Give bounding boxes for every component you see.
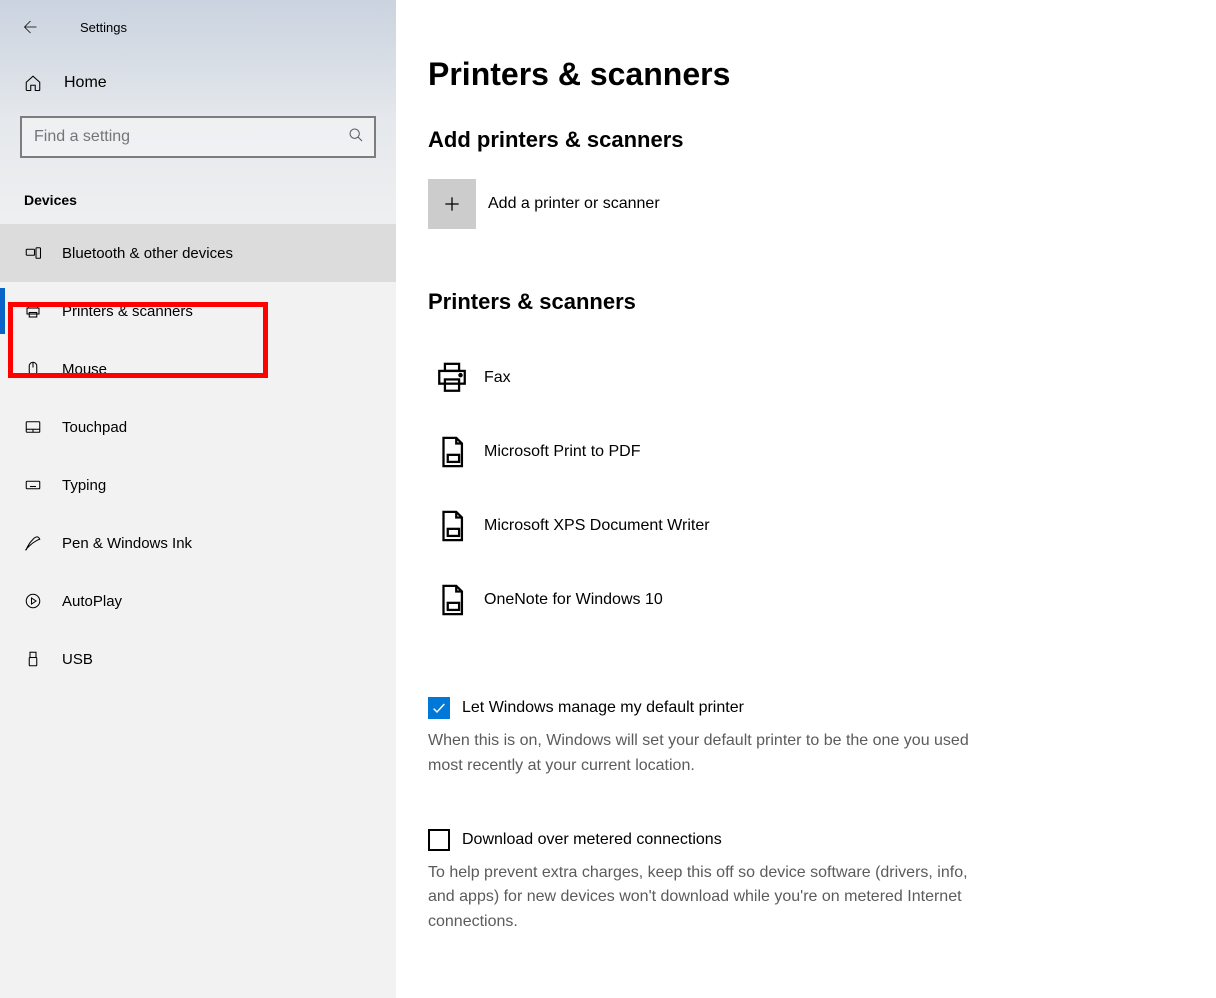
- page-title: Printers & scanners: [428, 56, 1186, 93]
- sidebar: Settings Home Devices Bluetooth & other …: [0, 0, 396, 998]
- default-printer-label: Let Windows manage my default printer: [462, 699, 744, 717]
- sidebar-item-printers[interactable]: Printers & scanners: [0, 282, 396, 340]
- sidebar-item-label: Pen & Windows Ink: [62, 535, 192, 552]
- sidebar-item-label: Touchpad: [62, 419, 127, 436]
- plus-icon: [428, 179, 476, 229]
- document-printer-icon: [428, 583, 476, 617]
- keyboard-icon: [24, 476, 46, 494]
- add-printer-label: Add a printer or scanner: [488, 195, 660, 213]
- sidebar-item-label: Typing: [62, 477, 106, 494]
- sidebar-item-label: Bluetooth & other devices: [62, 245, 233, 262]
- mouse-icon: [24, 360, 46, 378]
- home-label: Home: [64, 74, 107, 92]
- window-title: Settings: [80, 20, 127, 35]
- usb-icon: [24, 650, 46, 668]
- settings-window: Settings Home Devices Bluetooth & other …: [0, 0, 1216, 998]
- list-section-title: Printers & scanners: [428, 289, 1186, 315]
- sidebar-item-touchpad[interactable]: Touchpad: [0, 398, 396, 456]
- device-list: Fax Microsoft Print to PDF Microsoft XPS…: [428, 341, 1186, 637]
- add-section-title: Add printers & scanners: [428, 127, 1186, 153]
- pen-icon: [24, 534, 46, 552]
- document-printer-icon: [428, 509, 476, 543]
- titlebar: Settings: [0, 0, 396, 48]
- home-icon: [24, 74, 46, 92]
- sidebar-item-usb[interactable]: USB: [0, 630, 396, 688]
- checkbox-unchecked-icon[interactable]: [428, 829, 450, 851]
- sidebar-item-pen[interactable]: Pen & Windows Ink: [0, 514, 396, 572]
- metered-label: Download over metered connections: [462, 831, 722, 849]
- main-content: Printers & scanners Add printers & scann…: [396, 0, 1216, 998]
- device-label: OneNote for Windows 10: [484, 591, 663, 609]
- device-item-fax[interactable]: Fax: [428, 341, 1186, 415]
- sidebar-item-label: AutoPlay: [62, 593, 122, 610]
- sidebar-item-label: Printers & scanners: [62, 303, 193, 320]
- metered-desc: To help prevent extra charges, keep this…: [428, 861, 988, 935]
- search-input[interactable]: [32, 127, 348, 147]
- device-item-onenote[interactable]: OneNote for Windows 10: [428, 563, 1186, 637]
- default-printer-desc: When this is on, Windows will set your d…: [428, 729, 988, 779]
- printer-device-icon: [428, 361, 476, 395]
- sidebar-item-mouse[interactable]: Mouse: [0, 340, 396, 398]
- sidebar-item-autoplay[interactable]: AutoPlay: [0, 572, 396, 630]
- back-button[interactable]: [20, 18, 60, 36]
- sidebar-item-label: Mouse: [62, 361, 107, 378]
- printer-icon: [24, 302, 46, 320]
- device-label: Microsoft XPS Document Writer: [484, 517, 710, 535]
- document-printer-icon: [428, 435, 476, 469]
- metered-checkbox-row[interactable]: Download over metered connections: [428, 829, 1186, 851]
- add-printer-button[interactable]: Add a printer or scanner: [428, 179, 1186, 229]
- default-printer-checkbox-row[interactable]: Let Windows manage my default printer: [428, 697, 1186, 719]
- device-item-pdf[interactable]: Microsoft Print to PDF: [428, 415, 1186, 489]
- checkbox-checked-icon[interactable]: [428, 697, 450, 719]
- touchpad-icon: [24, 418, 46, 436]
- arrow-left-icon: [20, 18, 38, 36]
- device-label: Microsoft Print to PDF: [484, 443, 640, 461]
- autoplay-icon: [24, 592, 46, 610]
- device-label: Fax: [484, 369, 511, 387]
- sidebar-item-bluetooth[interactable]: Bluetooth & other devices: [0, 224, 396, 282]
- search-box[interactable]: [20, 116, 376, 158]
- sidebar-item-label: USB: [62, 651, 93, 668]
- home-nav[interactable]: Home: [0, 48, 396, 106]
- device-item-xps[interactable]: Microsoft XPS Document Writer: [428, 489, 1186, 563]
- search-icon: [348, 127, 364, 148]
- sidebar-section-label: Devices: [0, 158, 396, 224]
- bluetooth-devices-icon: [24, 244, 46, 262]
- sidebar-item-typing[interactable]: Typing: [0, 456, 396, 514]
